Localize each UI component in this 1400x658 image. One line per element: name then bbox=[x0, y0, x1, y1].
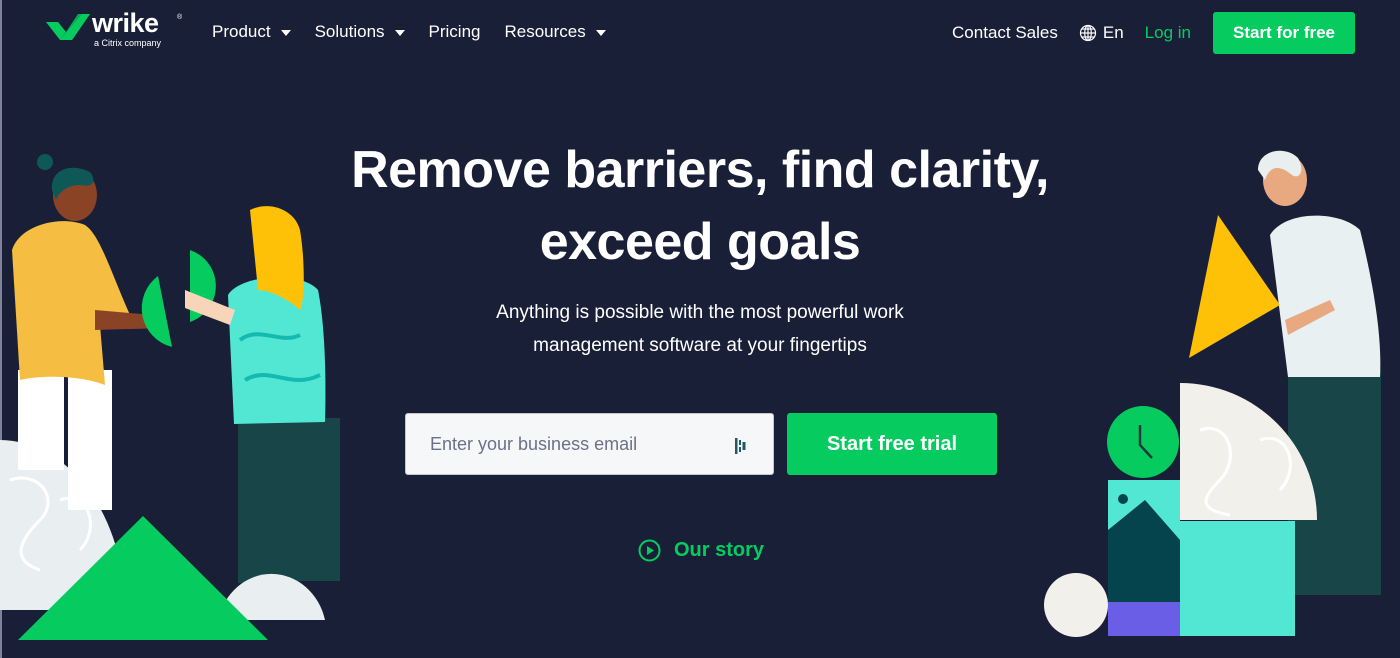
yellow-triangle-shape bbox=[1189, 215, 1280, 358]
menu-item-resources[interactable]: Resources bbox=[505, 20, 606, 44]
contact-sales-link[interactable]: Contact Sales bbox=[952, 23, 1058, 43]
left-illustration bbox=[0, 154, 340, 640]
logo-wordmark: wrike bbox=[92, 8, 159, 38]
registered-mark: ® bbox=[177, 14, 183, 21]
hero-subtitle-line-2: management software at your fingertips bbox=[533, 335, 867, 356]
menu-item-pricing[interactable]: Pricing bbox=[429, 20, 481, 44]
menu-item-label: Resources bbox=[504, 22, 586, 41]
caret-down-icon bbox=[280, 30, 291, 36]
top-nav: wrike ® a Citrix company Product Solutio… bbox=[0, 0, 1400, 64]
logo-tagline: a Citrix company bbox=[94, 38, 162, 48]
beige-ball-shape bbox=[1044, 573, 1108, 637]
menu-item-label: Solutions bbox=[314, 22, 385, 41]
hero-subtitle-line-1: Anything is possible with the most power… bbox=[496, 302, 904, 323]
hero-title-line-2: exceed goals bbox=[539, 213, 861, 271]
wrike-logo[interactable]: wrike ® a Citrix company bbox=[46, 8, 186, 52]
email-field-container bbox=[405, 413, 774, 475]
main-menu: Product Solutions Pricing Resources bbox=[212, 20, 630, 44]
woman-with-teal-shirt bbox=[185, 206, 340, 583]
language-selector[interactable]: En bbox=[1079, 23, 1124, 43]
start-for-free-button[interactable]: Start for free bbox=[1213, 12, 1355, 54]
login-link[interactable]: Log in bbox=[1145, 23, 1191, 43]
language-label: En bbox=[1102, 23, 1124, 42]
menu-item-solutions[interactable]: Solutions bbox=[315, 20, 405, 44]
password-manager-icon[interactable] bbox=[735, 438, 747, 454]
play-circle-icon bbox=[638, 539, 661, 562]
checkmark-logo-icon bbox=[46, 14, 90, 40]
our-story-link[interactable]: Our story bbox=[638, 539, 764, 562]
menu-item-product[interactable]: Product bbox=[212, 20, 291, 44]
right-illustration bbox=[1044, 150, 1381, 637]
menu-item-label: Pricing bbox=[428, 22, 481, 41]
our-story-label: Our story bbox=[674, 539, 765, 561]
clock-circle-shape bbox=[1107, 406, 1179, 478]
caret-down-icon bbox=[595, 30, 606, 36]
hero-title-line-1: Remove barriers, find clarity, bbox=[351, 141, 1049, 199]
man-with-yellow-shirt bbox=[12, 154, 165, 510]
menu-item-label: Product bbox=[212, 22, 271, 41]
email-input[interactable] bbox=[430, 433, 720, 455]
start-free-trial-button[interactable]: Start free trial bbox=[787, 413, 997, 475]
green-half-disc-shape bbox=[141, 276, 172, 347]
nav-actions: Contact Sales En Log in Start for free bbox=[952, 12, 1355, 54]
caret-down-icon bbox=[394, 30, 405, 36]
image-tile-shape bbox=[1108, 480, 1180, 636]
teal-block-shape bbox=[1180, 521, 1295, 636]
globe-icon bbox=[1079, 24, 1096, 42]
